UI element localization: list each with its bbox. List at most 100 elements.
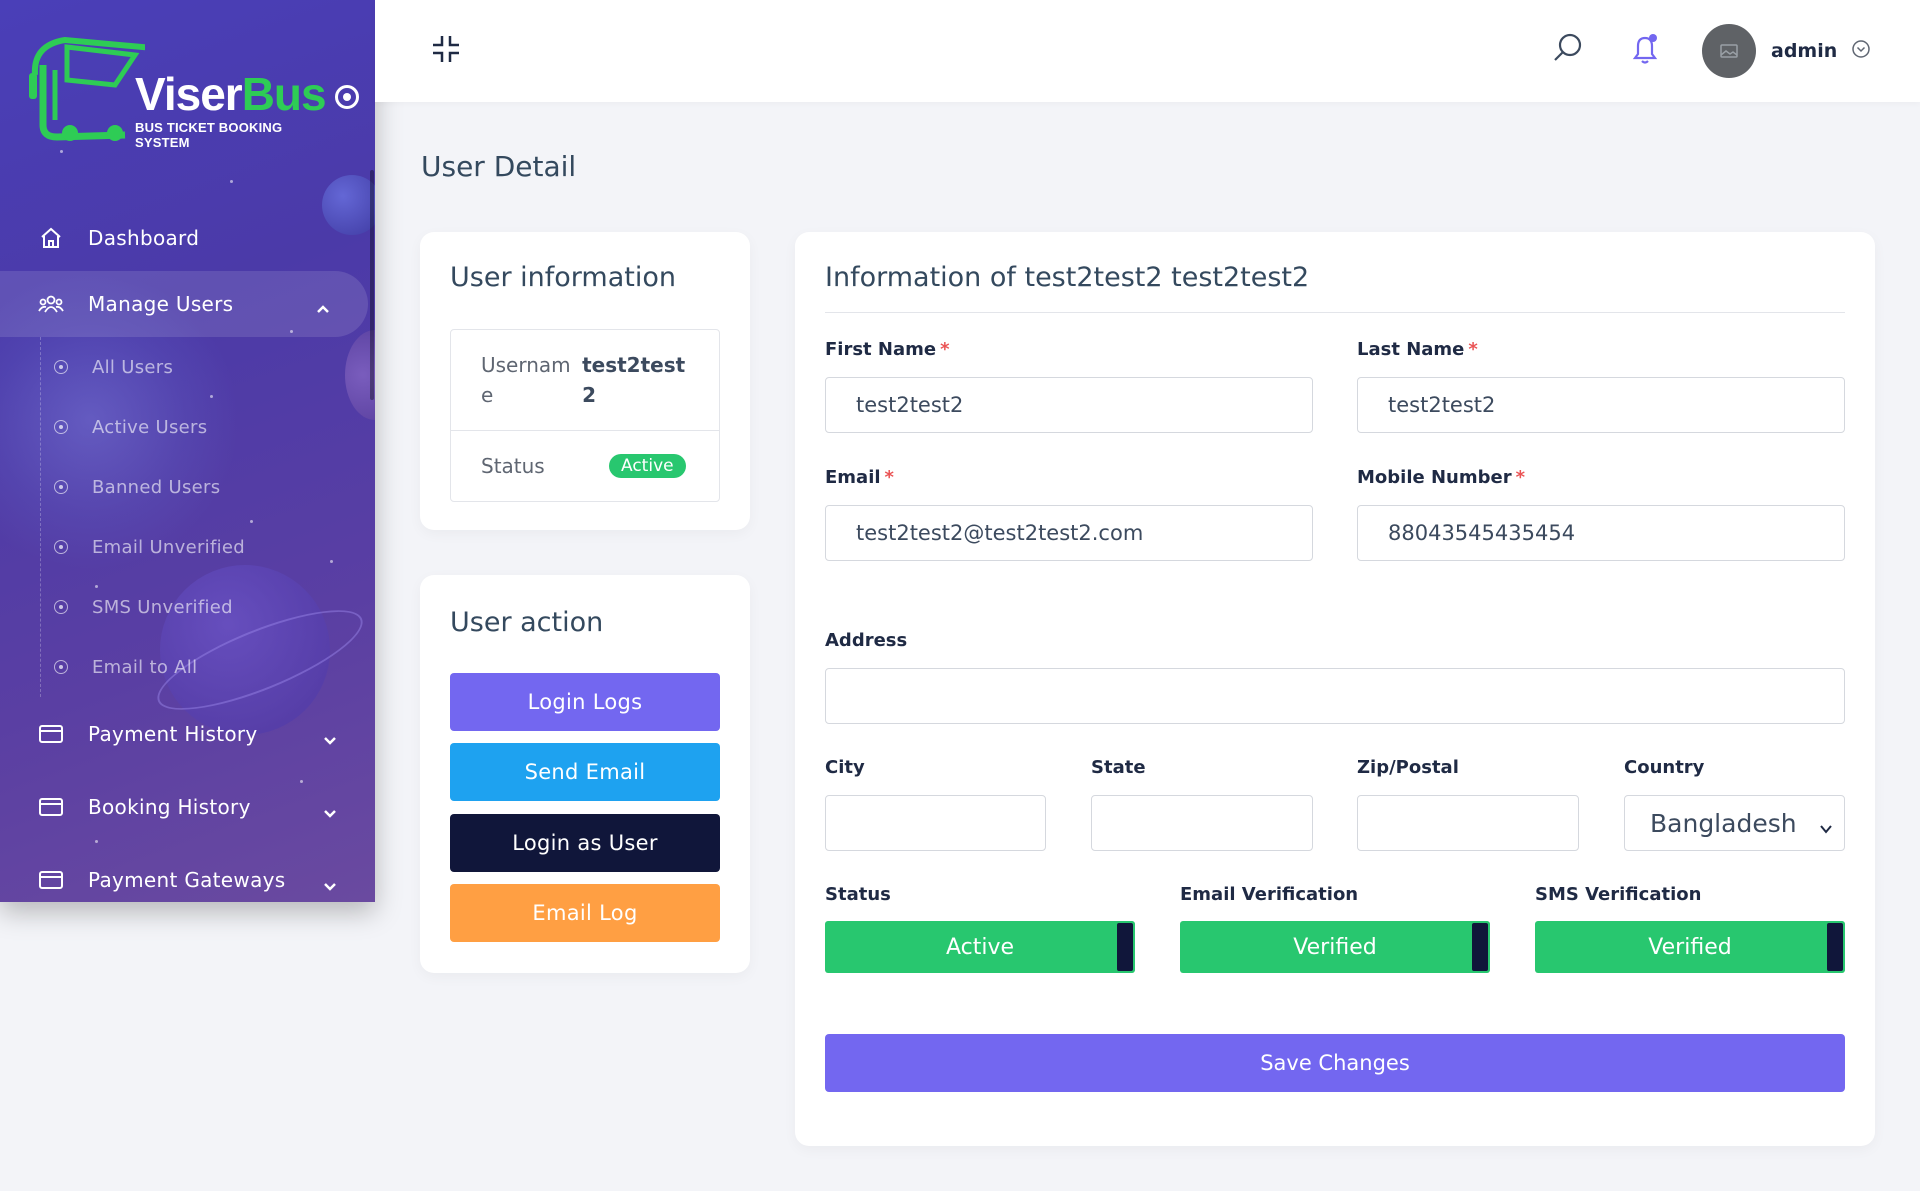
sidebar-subitem-label: Active Users bbox=[92, 416, 208, 438]
divider bbox=[825, 312, 1845, 313]
sidebar-item-dashboard[interactable]: Dashboard bbox=[0, 205, 375, 271]
sidebar-menu: Dashboard Manage Users All Users Active … bbox=[0, 205, 375, 902]
mobile-number-input[interactable]: 88043545435454 bbox=[1357, 505, 1845, 561]
first-name-input[interactable]: test2test2 bbox=[825, 377, 1313, 433]
user-info-table: Username test2test2 Status Active bbox=[450, 329, 720, 502]
sidebar-item-label: Booking History bbox=[88, 794, 251, 819]
status-toggle[interactable]: Active bbox=[825, 921, 1135, 973]
country-label: Country bbox=[1624, 757, 1705, 778]
search-icon[interactable] bbox=[1552, 32, 1584, 64]
sidebar-subitem-all-users[interactable]: All Users bbox=[0, 337, 375, 397]
brand-logo[interactable]: ViserBus BUS TICKET BOOKING SYSTEM bbox=[25, 25, 327, 150]
sidebar-item-payment-history[interactable]: Payment History bbox=[0, 697, 375, 770]
state-input[interactable] bbox=[1091, 795, 1313, 851]
sidebar-item-payment-gateways[interactable]: Payment Gateways bbox=[0, 843, 375, 902]
sidebar-item-manage-users[interactable]: Manage Users bbox=[0, 271, 368, 337]
notification-bell-icon[interactable] bbox=[1630, 32, 1660, 66]
manage-users-submenu: All Users Active Users Banned Users Emai… bbox=[0, 337, 375, 697]
sidebar-item-label: Payment Gateways bbox=[88, 867, 286, 892]
brand-subtitle: BUS TICKET BOOKING SYSTEM bbox=[135, 120, 283, 150]
chevron-up-icon bbox=[316, 295, 330, 319]
sidebar-subitem-label: All Users bbox=[92, 356, 174, 378]
avatar[interactable] bbox=[1702, 24, 1756, 78]
sidebar-subitem-label: Banned Users bbox=[92, 476, 221, 498]
email-log-button[interactable]: Email Log bbox=[450, 884, 720, 942]
username-value: test2test2 bbox=[582, 353, 686, 407]
user-action-card: User action Login Logs Send Email Login … bbox=[420, 575, 750, 973]
chevron-down-icon bbox=[1818, 814, 1834, 843]
first-name-label: First Name * bbox=[825, 339, 950, 360]
star-decoration bbox=[60, 150, 63, 153]
sms-verification-toggle[interactable]: Verified bbox=[1535, 921, 1845, 973]
form-title: Information of test2test2 test2test2 bbox=[825, 262, 1310, 293]
username-row: Username test2test2 bbox=[451, 330, 719, 431]
status-toggle-text: Active bbox=[945, 934, 1015, 960]
brand-name: ViserBus bbox=[135, 68, 327, 120]
sidebar-subitem-sms-unverified[interactable]: SMS Unverified bbox=[0, 577, 375, 637]
page-title: User Detail bbox=[421, 150, 577, 183]
sms-verification-label: SMS Verification bbox=[1535, 884, 1702, 905]
credit-card-icon bbox=[38, 721, 64, 747]
sidebar-subitem-email-unverified[interactable]: Email Unverified bbox=[0, 517, 375, 577]
bullet-icon bbox=[54, 600, 68, 614]
email-verification-toggle[interactable]: Verified bbox=[1180, 921, 1490, 973]
users-icon bbox=[38, 291, 64, 317]
username-label: Username bbox=[481, 353, 571, 407]
zip-postal-label: Zip/Postal bbox=[1357, 757, 1459, 778]
sms-verification-toggle-text: Verified bbox=[1648, 934, 1732, 960]
sidebar-item-booking-history[interactable]: Booking History bbox=[0, 770, 375, 843]
state-label: State bbox=[1091, 757, 1146, 778]
login-as-user-button[interactable]: Login as User bbox=[450, 814, 720, 872]
save-changes-button[interactable]: Save Changes bbox=[825, 1034, 1845, 1092]
country-select[interactable]: Bangladesh bbox=[1624, 795, 1845, 851]
image-placeholder-icon bbox=[1720, 44, 1738, 58]
chevron-down-icon bbox=[323, 727, 337, 751]
sidebar-subitem-email-to-all[interactable]: Email to All bbox=[0, 637, 375, 697]
bullet-icon bbox=[54, 480, 68, 494]
bullet-icon bbox=[54, 420, 68, 434]
collapse-icon[interactable] bbox=[431, 34, 461, 64]
credit-card-icon bbox=[38, 867, 64, 893]
sidebar-subitem-banned-users[interactable]: Banned Users bbox=[0, 457, 375, 517]
sidebar-subitem-label: Email Unverified bbox=[92, 536, 246, 558]
admin-username: admin bbox=[1771, 40, 1838, 62]
mobile-number-label: Mobile Number * bbox=[1357, 467, 1526, 488]
sidebar-subitem-active-users[interactable]: Active Users bbox=[0, 397, 375, 457]
zip-postal-input[interactable] bbox=[1357, 795, 1579, 851]
email-verification-toggle-text: Verified bbox=[1293, 934, 1377, 960]
send-email-button[interactable]: Send Email bbox=[450, 743, 720, 801]
city-input[interactable] bbox=[825, 795, 1046, 851]
email-verification-label: Email Verification bbox=[1180, 884, 1359, 905]
city-label: City bbox=[825, 757, 865, 778]
email-label: Email * bbox=[825, 467, 894, 488]
country-select-value: Bangladesh bbox=[1650, 808, 1797, 838]
sidebar-subitem-label: SMS Unverified bbox=[92, 596, 233, 618]
card-title: User action bbox=[450, 607, 604, 638]
toggle-knob bbox=[1825, 921, 1845, 973]
sidebar: ViserBus BUS TICKET BOOKING SYSTEM Dashb… bbox=[0, 0, 375, 902]
address-label: Address bbox=[825, 630, 908, 651]
toggle-knob bbox=[1115, 921, 1135, 973]
bus-logo-icon bbox=[29, 36, 145, 141]
address-input[interactable] bbox=[825, 668, 1845, 724]
sidebar-item-label: Manage Users bbox=[88, 292, 234, 316]
bullet-icon bbox=[54, 660, 68, 674]
user-menu[interactable]: admin bbox=[1702, 24, 1871, 78]
user-information-card: User information Username test2test2 Sta… bbox=[420, 232, 750, 530]
status-toggle-label: Status bbox=[825, 884, 891, 905]
last-name-input[interactable]: test2test2 bbox=[1357, 377, 1845, 433]
sidebar-item-label: Dashboard bbox=[88, 226, 200, 250]
sidebar-toggle-button[interactable] bbox=[335, 85, 359, 109]
user-edit-form-card: Information of test2test2 test2test2 Fir… bbox=[795, 232, 1875, 1146]
star-decoration bbox=[230, 180, 233, 183]
status-label: Status bbox=[481, 454, 545, 478]
chevron-down-circle-icon bbox=[1851, 39, 1871, 63]
card-title: User information bbox=[450, 262, 676, 293]
top-bar: admin bbox=[375, 0, 1920, 102]
toggle-knob bbox=[1470, 921, 1490, 973]
last-name-label: Last Name * bbox=[1357, 339, 1478, 360]
sidebar-subitem-label: Email to All bbox=[92, 656, 198, 678]
bullet-icon bbox=[54, 540, 68, 554]
login-logs-button[interactable]: Login Logs bbox=[450, 673, 720, 731]
email-input[interactable]: test2test2@test2test2.com bbox=[825, 505, 1313, 561]
